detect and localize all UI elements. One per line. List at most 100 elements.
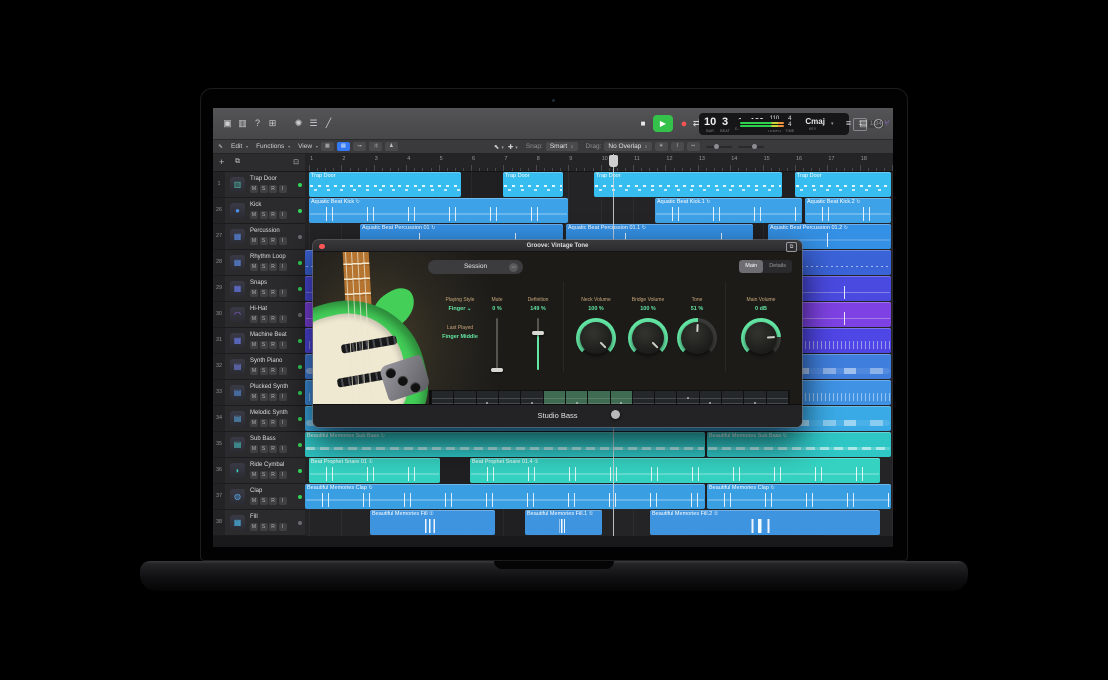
m-button[interactable]: M [250,497,258,505]
fretboard-position-handle[interactable] [611,410,620,419]
region[interactable]: Beautiful Memories Fill.2 ① [650,510,880,535]
region[interactable]: Beautiful Memories Fill ① [370,510,495,535]
region[interactable]: Beat Prophet Snare 01 ① [309,458,440,483]
track-row[interactable]: 27▦PercussionMSRI [213,224,305,250]
play-button[interactable]: ▶ [653,115,673,132]
i-button[interactable]: I [279,419,287,427]
s-button[interactable]: S [260,471,268,479]
h-zoom-icon[interactable]: ⇿ [687,142,700,151]
r-button[interactable]: R [269,445,277,453]
quick-help-icon[interactable]: ? [250,117,265,130]
track-row[interactable]: 33▤Plucked SynthMSRI [213,380,305,406]
i-button[interactable]: I [279,211,287,219]
bar-ruler[interactable]: 12345678910111213141516171819 [305,154,893,172]
vertical-zoom-slider[interactable] [706,146,732,148]
main-volume-knob[interactable] [741,318,781,358]
editors-icon[interactable]: ╱ [321,117,336,130]
waveform-zoom-icon[interactable]: ✳ [655,142,668,151]
track-row[interactable]: 28▦Rhythm LoopMSRI [213,250,305,276]
add-track-button[interactable]: + [219,157,224,167]
track-row[interactable]: 37◍ClapMSRI [213,484,305,510]
r-button[interactable]: R [269,523,277,531]
tone-knob[interactable] [677,318,717,358]
m-button[interactable]: M [250,289,258,297]
track-row[interactable]: 32▤Synth PianoMSRI [213,354,305,380]
tone-value[interactable]: 51 % [691,306,704,312]
definition-slider[interactable] [537,318,539,370]
m-button[interactable]: M [250,393,258,401]
region[interactable]: Trap Door [503,172,563,197]
track-row[interactable]: 34▤Melodic SynthMSRI [213,406,305,432]
inspector-icon[interactable]: ▣ [220,117,235,130]
i-button[interactable]: I [279,341,287,349]
r-button[interactable]: R [269,185,277,193]
region[interactable]: Trap Door [795,172,891,197]
s-button[interactable]: S [260,185,268,193]
m-button[interactable]: M [250,341,258,349]
list-editors-icon[interactable]: ≡ [841,117,856,130]
m-button[interactable]: M [250,471,258,479]
bridge-volume-knob[interactable] [628,318,668,358]
region[interactable]: Trap Door [594,172,782,197]
region[interactable]: Beautiful Memories Fill.1 ① [525,510,602,535]
preset-selector[interactable]: Session ⌵ [428,260,523,274]
automation-icon[interactable]: ↝ [353,142,366,151]
s-button[interactable]: S [260,523,268,531]
stop-button[interactable]: ■ [635,116,651,132]
r-button[interactable]: R [269,367,277,375]
r-button[interactable]: R [269,497,277,505]
last-played-value[interactable]: Finger Middle [442,334,478,340]
track-row[interactable]: 36◗Ride CymbalMSRI [213,458,305,484]
bridge-volume-value[interactable]: 100 % [640,306,656,312]
neck-volume-value[interactable]: 100 % [588,306,604,312]
i-button[interactable]: I [279,289,287,297]
toolbar-toggle-icon[interactable]: ⊞ [265,117,280,130]
i-button[interactable]: I [279,315,287,323]
r-button[interactable]: R [269,211,277,219]
r-button[interactable]: R [269,393,277,401]
region[interactable]: Beautiful Memories Sub Bass ↻ [707,432,891,457]
r-button[interactable]: R [269,419,277,427]
i-button[interactable]: I [279,445,287,453]
lcd-key[interactable]: Cmaj [805,117,825,126]
flex-icon[interactable]: ⤨ [369,142,382,151]
snap-select[interactable]: Smart⇕ [546,142,578,151]
r-button[interactable]: R [269,341,277,349]
m-button[interactable]: M [250,419,258,427]
i-button[interactable]: I [279,393,287,401]
track-row[interactable]: 30◠Hi-HatMSRI [213,302,305,328]
menu-view[interactable]: View ▾ [298,143,318,150]
r-button[interactable]: R [269,289,277,297]
track-row[interactable]: 1▥Trap DoorMSRI [213,172,305,198]
i-button[interactable]: I [279,523,287,531]
r-button[interactable]: R [269,263,277,271]
menu-edit[interactable]: Edit ▾ [231,143,248,150]
s-button[interactable]: S [260,211,268,219]
playing-style-value[interactable]: Finger ⌄ [449,306,472,312]
region[interactable]: Aquatic Beat Kick ↻ [309,198,568,223]
s-button[interactable]: S [260,315,268,323]
track-row[interactable]: 35▤Sub BassMSRI [213,432,305,458]
s-button[interactable]: S [260,237,268,245]
i-button[interactable]: I [279,185,287,193]
s-button[interactable]: S [260,367,268,375]
r-button[interactable]: R [269,237,277,245]
smart-controls-icon[interactable]: ✺ [291,117,306,130]
link-window-icon[interactable]: ⧉ [786,242,797,252]
mute-slider-value[interactable]: 0 % [492,306,501,312]
s-button[interactable]: S [260,445,268,453]
m-button[interactable]: M [250,523,258,531]
i-button[interactable]: I [279,237,287,245]
neck-volume-knob[interactable] [576,318,616,358]
playhead-handle[interactable] [609,155,618,167]
region[interactable]: Aquatic Beat Kick.1 ↻ [655,198,802,223]
m-button[interactable]: M [250,237,258,245]
s-button[interactable]: S [260,393,268,401]
plugin-titlebar[interactable]: Groove: Vintage Tone ⧉ [313,240,802,252]
region[interactable]: Trap Door [309,172,461,197]
i-button[interactable]: I [279,471,287,479]
library-icon[interactable]: ▥ [235,117,250,130]
main-volume-value[interactable]: 0 dB [755,306,767,312]
region[interactable]: Aquatic Beat Kick.2 ↻ [805,198,891,223]
text-tool-icon[interactable]: I [671,142,684,151]
